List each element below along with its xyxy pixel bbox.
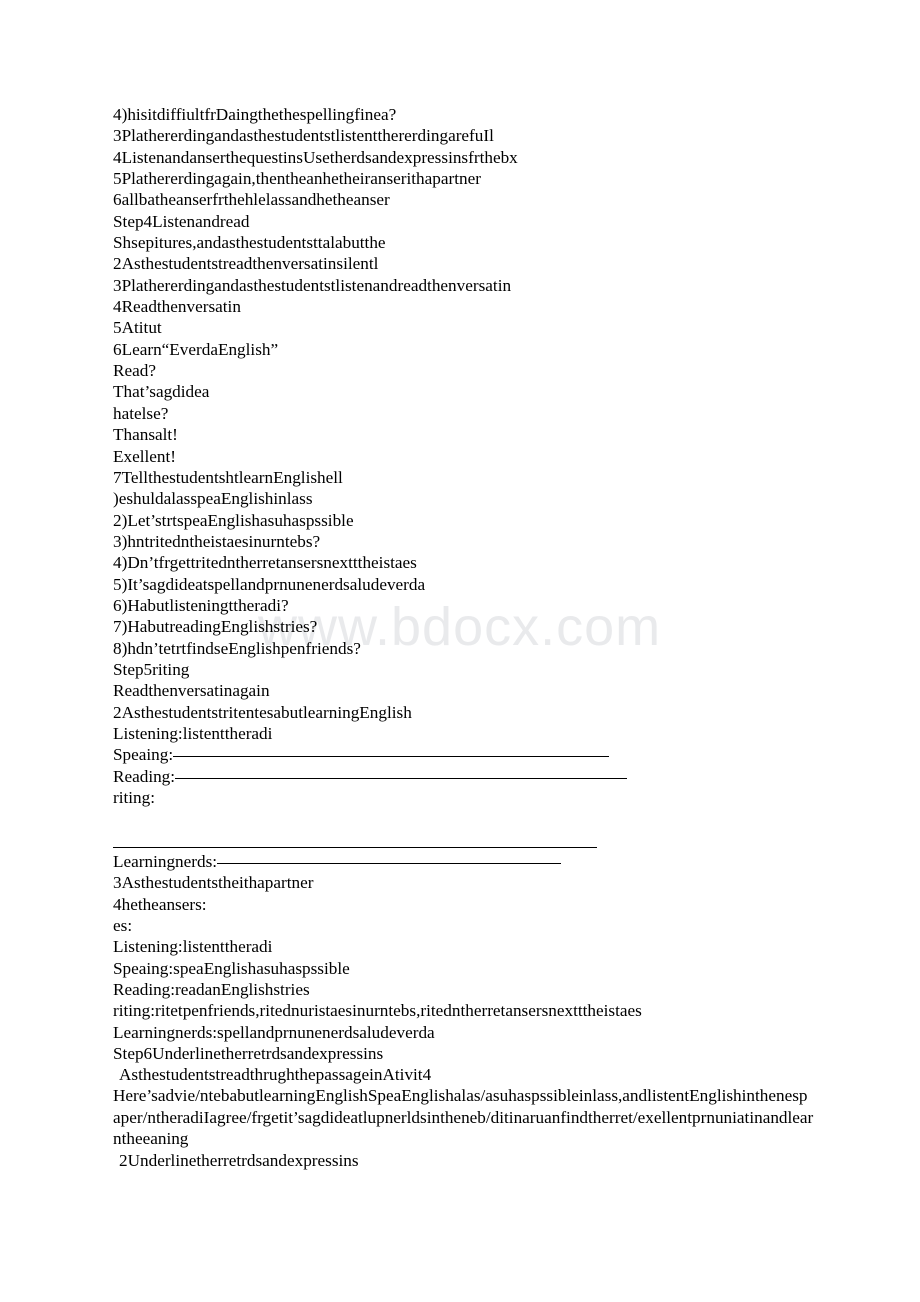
text-line: 2)Let’strtspeaEnglishasuhaspssible bbox=[113, 510, 354, 530]
text-line: Read? bbox=[113, 361, 156, 381]
text-line: 7TellthestudentshtlearnEnglishell bbox=[113, 467, 343, 487]
text-line: 3)hntritedntheistaesinurntebs? bbox=[113, 531, 321, 551]
text-line: 4)Dn’tfrgettritedntherretansersnexttthei… bbox=[113, 553, 417, 573]
document-page: www.bdocx.com 4)hisitdiffiultfrDaingthet… bbox=[0, 0, 920, 1302]
text-line: es: bbox=[113, 916, 133, 936]
text-line: Shsepitures,andasthestudentsttalabutthe bbox=[113, 233, 386, 253]
text-line: Listening:listenttheradi bbox=[113, 937, 273, 957]
text-line: 4ListenandanserthequestinsUsetherdsandex… bbox=[113, 147, 518, 167]
text-block-lower: 3Asthestudentstheithapartner 4hetheanser… bbox=[113, 872, 825, 1085]
fill-label-reading: Reading: bbox=[113, 766, 176, 786]
text-line: That’sagdidea bbox=[113, 382, 210, 402]
fill-in-blanks-block: Speaing: Reading: riting: Learningnerds: bbox=[113, 744, 825, 872]
text-line: 4Readthenversatin bbox=[113, 297, 241, 317]
text-line: 4)hisitdiffiultfrDaingthethespellingfine… bbox=[113, 105, 397, 124]
closing-last-line: 2Underlinetherretrdsandexpressins bbox=[119, 1150, 359, 1170]
fill-label-goals: Learningnerds: bbox=[113, 852, 218, 872]
fill-row-speaking: Speaing: bbox=[113, 744, 825, 765]
text-line: 3Plathererdingandasthestudentstlistentth… bbox=[113, 126, 494, 146]
text-line: 4hetheansers: bbox=[113, 894, 207, 914]
text-line: AsthestudentstreadthrughthepassageinAtiv… bbox=[119, 1065, 432, 1085]
text-line: )eshuldalasspeaEnglishinlass bbox=[113, 489, 313, 509]
closing-paragraph-block: Here’sadvie/ntebabutlearningEnglishSpeaE… bbox=[113, 1085, 815, 1171]
text-line: Step4Listenandread bbox=[113, 211, 250, 231]
text-line: Thansalt! bbox=[113, 425, 178, 445]
text-line: Readthenversatinagain bbox=[113, 681, 270, 701]
text-line: Speaing:speaEnglishasuhaspssible bbox=[113, 958, 350, 978]
text-line: 7)HabutreadingEnglishstries? bbox=[113, 617, 318, 637]
fill-row-reading: Reading: bbox=[113, 766, 825, 787]
text-line: 2AsthestudentstritentesabutlearningEngli… bbox=[113, 702, 412, 722]
text-line: riting:ritetpenfriends,ritednuristaesinu… bbox=[113, 1001, 642, 1021]
text-line: Reading:readanEnglishstries bbox=[113, 980, 310, 1000]
text-line: hatelse? bbox=[113, 403, 169, 423]
blank-spacer bbox=[113, 808, 825, 829]
text-line: 5Plathererdingagain,thentheanhetheiranse… bbox=[113, 169, 481, 189]
text-line: Exellent! bbox=[113, 446, 176, 466]
text-line: Step6Underlinetherretrdsandexpressins bbox=[113, 1044, 384, 1064]
text-line: 6Learn“EverdaEnglish” bbox=[113, 339, 279, 359]
text-line: 5Atitut bbox=[113, 318, 162, 338]
closing-paragraph: Here’sadvie/ntebabutlearningEnglishSpeaE… bbox=[113, 1086, 814, 1149]
text-line: Step5riting bbox=[113, 659, 190, 679]
blank-rule-speaking[interactable] bbox=[173, 756, 610, 758]
text-line: 3Asthestudentstheithapartner bbox=[113, 873, 314, 893]
blank-rule-goals[interactable] bbox=[217, 863, 562, 865]
fill-label-writing: riting: bbox=[113, 788, 156, 807]
blank-rule-reading[interactable] bbox=[175, 777, 628, 779]
document-body-text: 4)hisitdiffiultfrDaingthethespellingfine… bbox=[113, 104, 825, 1086]
blank-rule-writing[interactable] bbox=[113, 830, 825, 851]
text-line: Learningnerds:spellandprnunenerdsaludeve… bbox=[113, 1022, 435, 1042]
text-line: 6allbatheanserfrthehlelassandhetheanser bbox=[113, 190, 390, 210]
text-line: 2Asthestudentstreadthenversatinsilentl bbox=[113, 254, 379, 274]
fill-label-speaking: Speaing: bbox=[113, 745, 174, 765]
fill-row-goals: Learningnerds: bbox=[113, 851, 825, 872]
text-line: 3Plathererdingandasthestudentstlistenand… bbox=[113, 275, 512, 295]
text-block-upper: 4)hisitdiffiultfrDaingthethespellingfine… bbox=[113, 104, 825, 744]
text-line: Listening:listenttheradi bbox=[113, 723, 273, 743]
text-line: 5)It’sagdideatspellandprnunenerdsaludeve… bbox=[113, 574, 426, 594]
text-line: 8)hdn’tetrtfindseEnglishpenfriends? bbox=[113, 638, 361, 658]
text-line: 6)Habutlisteningttheradi? bbox=[113, 595, 289, 615]
